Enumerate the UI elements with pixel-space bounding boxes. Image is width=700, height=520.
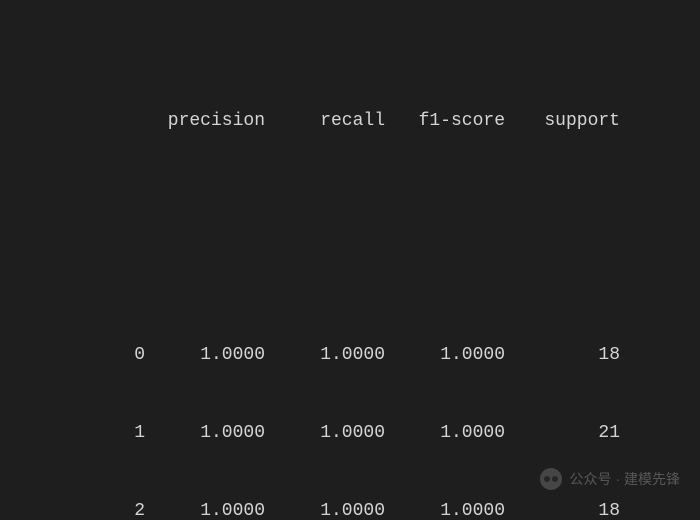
recall-value: 1.0000: [265, 420, 385, 446]
f1-value: 1.0000: [385, 498, 505, 520]
f1-value: 1.0000: [385, 420, 505, 446]
precision-value: 1.0000: [145, 498, 265, 520]
support-value: 18: [505, 342, 620, 368]
spacer: [0, 212, 700, 238]
header-blank: [0, 108, 145, 134]
class-label: 2: [0, 498, 145, 520]
precision-value: 1.0000: [145, 420, 265, 446]
header-precision: precision: [145, 108, 265, 134]
header-f1: f1-score: [385, 108, 505, 134]
header-row: precision recall f1-score support: [0, 108, 700, 134]
recall-value: 1.0000: [265, 342, 385, 368]
header-recall: recall: [265, 108, 385, 134]
classification-report: precision recall f1-score support 0 1.00…: [0, 0, 700, 520]
header-support: support: [505, 108, 620, 134]
recall-value: 1.0000: [265, 498, 385, 520]
f1-value: 1.0000: [385, 342, 505, 368]
precision-value: 1.0000: [145, 342, 265, 368]
class-row: 0 1.0000 1.0000 1.0000 18: [0, 342, 700, 368]
support-value: 21: [505, 420, 620, 446]
class-label: 0: [0, 342, 145, 368]
class-row: 2 1.0000 1.0000 1.0000 18: [0, 498, 700, 520]
support-value: 18: [505, 498, 620, 520]
class-label: 1: [0, 420, 145, 446]
class-row: 1 1.0000 1.0000 1.0000 21: [0, 420, 700, 446]
